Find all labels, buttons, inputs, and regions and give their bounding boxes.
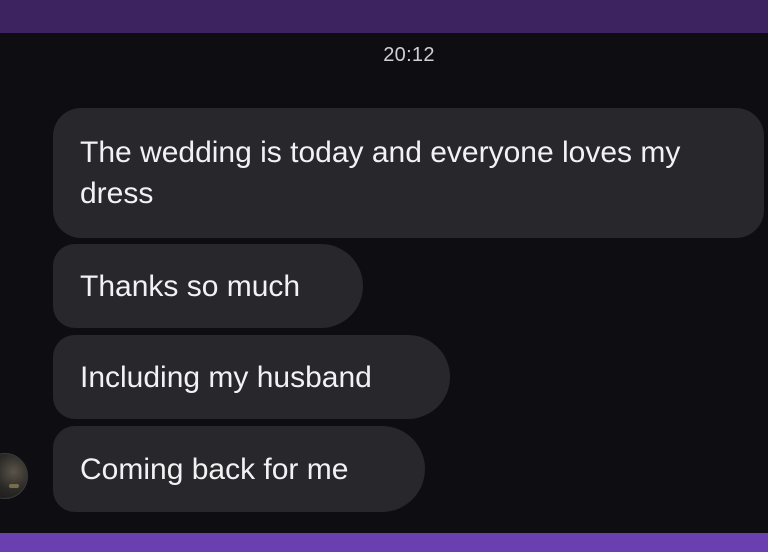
top-status-bar	[0, 0, 768, 33]
bottom-bar	[0, 533, 768, 552]
message-text: Coming back for me	[80, 452, 349, 486]
message-text: The wedding is today and everyone loves …	[80, 136, 681, 210]
message-text: Thanks so much	[80, 269, 301, 303]
message-bubble[interactable]: Thanks so much	[53, 244, 363, 328]
avatar-image	[9, 484, 19, 488]
message-timestamp: 20:12	[383, 44, 435, 66]
message-bubble[interactable]: The wedding is today and everyone loves …	[53, 108, 764, 238]
message-text: Including my husband	[80, 360, 372, 394]
message-bubble[interactable]: Including my husband	[53, 335, 450, 419]
message-bubble[interactable]: Coming back for me	[53, 426, 425, 512]
